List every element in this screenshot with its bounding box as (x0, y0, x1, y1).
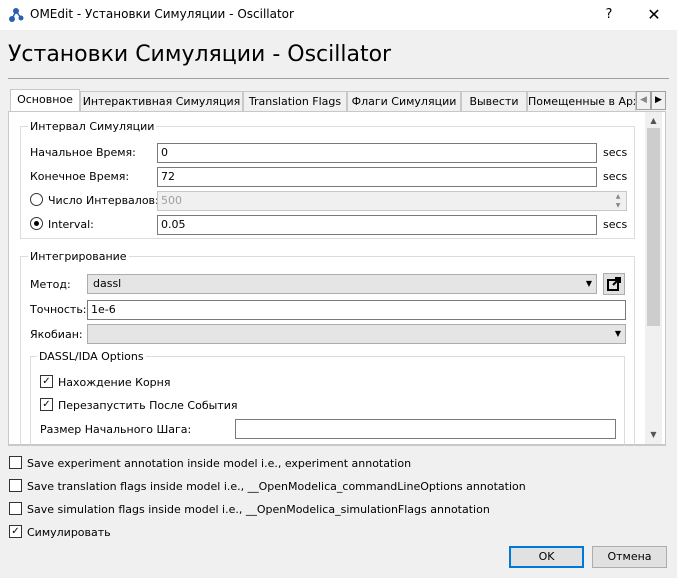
save-experiment-annotation-checkbox[interactable] (9, 456, 22, 469)
tab-simulation-flags[interactable]: Флаги Симуляции (347, 91, 461, 112)
initial-step-size-label: Размер Начального Шага: (40, 423, 192, 436)
restart-after-event-label: Перезапустить После События (58, 399, 238, 412)
stop-time-input[interactable]: 72 (157, 167, 597, 187)
root-finding-checkbox[interactable]: ✓ (40, 375, 53, 388)
spin-up-icon[interactable]: ▲ (611, 192, 625, 201)
root-finding-label: Нахождение Корня (58, 376, 171, 389)
chevron-down-icon: ▼ (614, 329, 621, 338)
start-time-label: Начальное Время: (30, 146, 136, 159)
omedit-app-icon (9, 8, 24, 22)
window-title: OMEdit - Установки Симуляции - Oscillato… (30, 7, 294, 21)
number-of-intervals-value: 500 (161, 194, 182, 207)
save-experiment-annotation-label: Save experiment annotation inside model … (27, 457, 412, 470)
scrollbar-thumb[interactable] (647, 128, 660, 326)
help-button[interactable]: ? (594, 3, 624, 27)
method-label: Метод: (30, 278, 71, 291)
tab-scroll-left-icon[interactable]: ◀ (636, 91, 651, 110)
close-button[interactable]: ✕ (636, 3, 672, 27)
start-time-input[interactable]: 0 (157, 143, 597, 163)
open-external-icon (607, 277, 621, 291)
chevron-down-icon: ▼ (585, 279, 592, 288)
method-value: dassl (93, 277, 122, 290)
initial-step-size-input[interactable] (235, 419, 616, 439)
tab-scroll-right-icon[interactable]: ▶ (651, 91, 666, 110)
panel-clip (8, 446, 669, 456)
start-time-unit: secs (603, 146, 628, 159)
simulation-interval-title: Интервал Симуляции (28, 120, 157, 133)
tab-output[interactable]: Вывести (461, 91, 527, 112)
tolerance-input[interactable]: 1e-6 (87, 300, 626, 320)
number-of-intervals-spinbox[interactable]: 500 ▲ ▼ (157, 191, 627, 211)
save-simulation-flags-label: Save simulation flags inside model i.e.,… (27, 503, 490, 516)
restart-after-event-checkbox[interactable]: ✓ (40, 398, 53, 411)
method-setup-button[interactable] (603, 273, 625, 295)
spin-down-icon[interactable]: ▼ (611, 201, 625, 210)
save-translation-flags-checkbox[interactable] (9, 479, 22, 492)
tab-general[interactable]: Основное (10, 89, 80, 112)
jacobian-select[interactable]: ▼ (87, 324, 626, 344)
ok-button[interactable]: OK (509, 546, 584, 568)
stop-time-label: Конечное Время: (30, 170, 130, 183)
save-simulation-flags-checkbox[interactable] (9, 502, 22, 515)
interval-label: Interval: (48, 218, 94, 231)
scroll-down-icon[interactable]: ▼ (645, 428, 662, 442)
jacobian-label: Якобиан: (30, 328, 83, 341)
interval-input[interactable]: 0.05 (157, 215, 597, 235)
method-select[interactable]: dassl ▼ (87, 274, 597, 294)
dassl-ida-options-title: DASSL/IDA Options (37, 350, 146, 363)
scroll-up-icon[interactable]: ▲ (645, 114, 662, 128)
stop-time-unit: secs (603, 170, 628, 183)
tab-interactive-simulation[interactable]: Интерактивная Симуляция (80, 91, 243, 112)
save-translation-flags-label: Save translation flags inside model i.e.… (27, 480, 526, 493)
interval-unit: secs (603, 218, 628, 231)
dialog-heading: Установки Симуляции - Oscillator (8, 42, 392, 67)
number-of-intervals-radio[interactable] (30, 193, 43, 206)
tab-translation-flags[interactable]: Translation Flags (243, 91, 347, 112)
tab-archived[interactable]: Помещенные в Арх (527, 91, 636, 112)
panel-bottom-border (9, 444, 665, 445)
number-of-intervals-label: Число Интервалов: (48, 194, 159, 207)
simulate-label: Симулировать (27, 526, 111, 539)
interval-radio[interactable] (30, 217, 43, 230)
heading-divider (8, 78, 669, 79)
radio-selected-dot (34, 221, 39, 226)
cancel-button[interactable]: Отмена (592, 546, 667, 568)
simulate-checkbox[interactable]: ✓ (9, 525, 22, 538)
tolerance-label: Точность: (30, 303, 87, 316)
integration-title: Интегрирование (28, 250, 129, 263)
